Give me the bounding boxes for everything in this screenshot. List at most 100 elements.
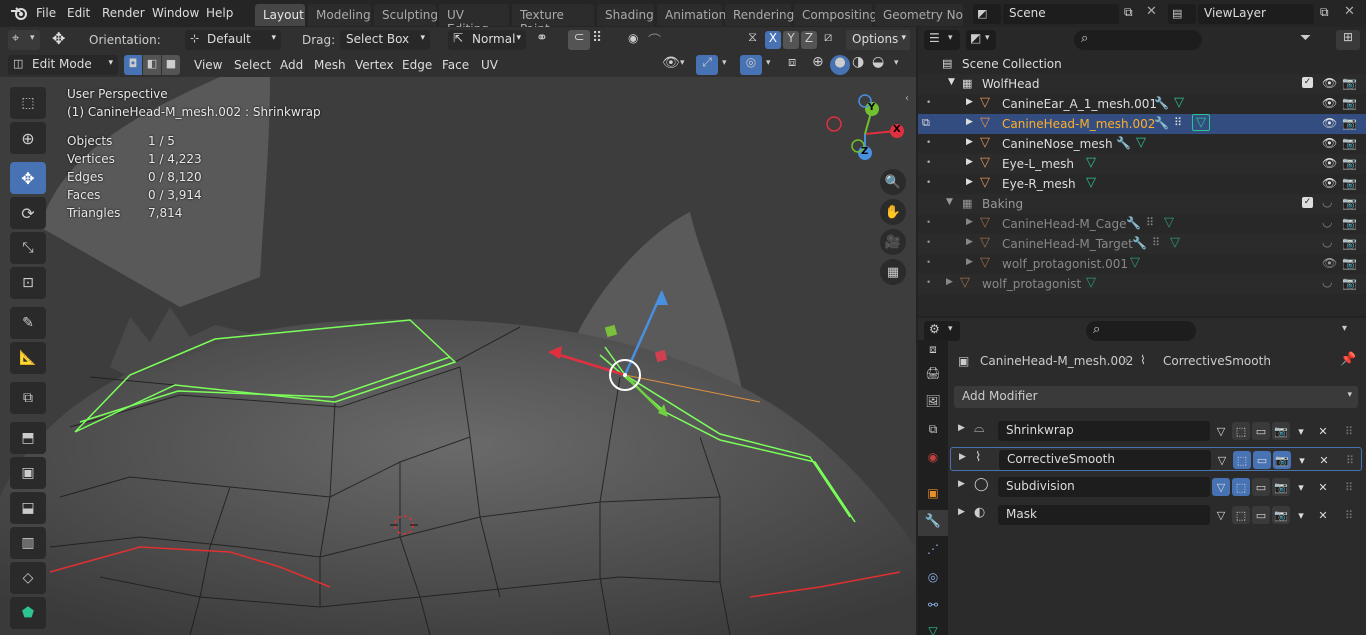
pan-hand-icon[interactable]: ✋ [880,199,906,225]
expand-arrow-icon[interactable]: ▶ [958,507,965,517]
physics-tab-icon[interactable]: ◎ [922,570,944,588]
render-camera-icon[interactable]: 📷 [1342,176,1357,190]
sidebar-toggle-icon[interactable]: ‹ [905,93,909,104]
modifier-name-field[interactable]: Shrinkwrap [998,421,1210,441]
rendered-shading-icon[interactable]: ◒ [872,54,884,70]
perspective-toggle-icon[interactable]: ▦ [880,259,906,285]
render-camera-icon[interactable]: 📷 [1342,196,1357,210]
view-layer-tab-icon[interactable]: ⧉ [922,422,944,440]
mirror-y-toggle[interactable]: Y [783,31,799,49]
menu-vertex[interactable]: Vertex [355,58,394,72]
pin-icon[interactable]: 📌 [1340,352,1356,367]
mesh-data-icon[interactable]: ▽ [1164,215,1174,230]
outliner-scene-collection[interactable]: ▤ Scene Collection [918,54,1366,74]
mesh-data-icon[interactable]: ▽ [1136,135,1146,150]
object-tab-icon[interactable]: ▣ [922,486,944,504]
camera-view-icon[interactable]: 🎥 [880,229,906,255]
snap-grid-icon[interactable]: ⠿ [592,30,602,46]
measure-tool-icon[interactable]: 📐 [10,342,46,374]
properties-editor-type[interactable]: ⚙ ▾ [924,321,960,341]
orientation-dropdown[interactable]: ⊹ Default ▾ [185,30,281,50]
gizmo-toggle-icon[interactable]: ⤢ [696,55,718,75]
constraints-tab-icon[interactable]: ⚯ [922,598,944,616]
scene-name-field[interactable]: Scene [1003,4,1119,24]
tab-texture-paint[interactable]: Texture Paint [512,4,594,36]
tab-shading[interactable]: Shading [597,4,654,26]
modifier-name-field[interactable]: Subdivision [998,477,1210,497]
menu-render[interactable]: Render [102,6,145,20]
menu-select[interactable]: Select [234,58,271,72]
chevron-down-icon[interactable]: ▾ [1293,451,1311,469]
mirror-z-toggle[interactable]: Z [801,31,817,49]
tab-layout[interactable]: Layout [255,4,305,26]
eye-icon[interactable]: 👁 [1322,176,1337,190]
add-modifier-dropdown[interactable]: Add Modifier ▾ [954,386,1358,408]
viewport-display-icon[interactable]: ▭ [1253,451,1271,469]
loop-cut-tool-icon[interactable]: ▥ [10,527,46,559]
chevron-down-icon[interactable]: ▾ [1292,478,1310,496]
new-viewlayer-icon[interactable]: ⧉ [1320,5,1329,20]
close-viewlayer-icon[interactable]: ✕ [1344,4,1355,19]
exclude-checkbox[interactable]: ✓ [1302,197,1313,208]
poly-build-tool-icon[interactable]: ⬟ [10,597,46,629]
outliner-row-wolfhead[interactable]: ▼ ▦ WolfHead ✓ 👁 📷 [918,74,1366,94]
wrench-icon[interactable]: 🔧 [1132,236,1147,250]
annotate-tool-icon[interactable]: ✎ [10,307,46,339]
tab-geometry-nodes[interactable]: Geometry Nod [875,4,963,26]
properties-search-input[interactable]: ⌕ [1086,321,1196,341]
expand-arrow-icon[interactable]: ▶ [966,237,973,247]
scene-selector-button[interactable]: ◩ [973,4,1001,24]
expand-arrow-icon[interactable]: ▶ [966,157,973,167]
remove-modifier-icon[interactable]: ✕ [1314,478,1332,496]
eye-icon[interactable]: 👁 [1322,96,1337,110]
remove-modifier-icon[interactable]: ✕ [1314,422,1332,440]
outliner-row-cage[interactable]: • ▶ ▽ CanineHead-M_Cage 🔧 ⠿ ▽ ◡ 📷 [918,214,1366,234]
outliner-row-canineear[interactable]: • ▶ ▽ CanineEar_A_1_mesh.001 🔧 ▽ 👁 📷 [918,94,1366,114]
eye-icon[interactable]: 👁 [1322,76,1337,90]
tab-uv-editing[interactable]: UV Editing [439,4,509,36]
mesh-data-icon[interactable]: ▽ [1174,95,1184,110]
display-mode-dropdown[interactable]: ◩ ▾ [966,30,996,50]
render-camera-icon[interactable]: 📷 [1342,236,1357,250]
vertex-group-icon[interactable]: ▽ [1212,422,1230,440]
3d-viewport[interactable]: ⬚ ⊕ ✥ ⟳ ⤡ ⊡ ✎ 📐 ⧉ ⬒ ▣ ⬓ ▥ ◇ ⬟ User Persp… [0,77,916,635]
eye-icon[interactable]: 👁 [1322,136,1337,150]
expand-arrow-icon[interactable]: ▼ [946,197,953,207]
tool-tab-icon[interactable]: ⧈ [922,342,944,360]
viewlayer-name-field[interactable]: ViewLayer [1198,4,1314,24]
drag-handle-icon[interactable]: ⠿ [1340,506,1358,524]
chevron-down-icon[interactable]: ▾ [1292,506,1310,524]
eye-icon[interactable]: 👁 [1322,256,1337,270]
new-scene-icon[interactable]: ⧉ [1124,5,1133,20]
outliner-row-eye-r[interactable]: • ▶ ▽ Eye-R_mesh ▽ 👁 📷 [918,174,1366,194]
expand-arrow-icon[interactable]: ▶ [946,277,953,287]
outliner-row-wolf-protagonist[interactable]: • ▶ ▽ wolf_protagonist ▽ ◡ 📷 [918,274,1366,294]
new-collection-icon[interactable]: ⊞ [1336,30,1360,50]
edit-mode-toggle-icon[interactable]: ⬚ [1232,478,1250,496]
outliner-row-caninehead[interactable]: ⧉ ▶ ▽ CanineHead-M_mesh.002 🔧 ⠿ ▽ 👁 📷 [918,114,1366,134]
modifiers-tab-icon[interactable]: 🔧 [918,510,948,536]
edit-mode-toggle-icon[interactable]: ⬚ [1232,506,1250,524]
particles-tab-icon[interactable]: ⋰ [922,542,944,560]
snap-toggle-icon[interactable]: ⊂ [568,30,590,50]
menu-face[interactable]: Face [442,58,469,72]
menu-uv[interactable]: UV [481,58,498,72]
render-icon[interactable]: 📷 [1273,451,1291,469]
chevron-down-icon[interactable]: ▾ [1342,323,1347,334]
render-camera-icon[interactable]: 📷 [1342,156,1357,170]
expand-arrow-icon[interactable]: ▶ [966,97,973,107]
tab-modeling[interactable]: Modeling [308,4,371,26]
eye-icon[interactable]: 👁 [1322,156,1337,170]
options-dropdown[interactable]: Options ▾ [846,30,910,50]
add-cube-tool-icon[interactable]: ⧉ [10,382,46,414]
render-icon[interactable]: 📷 [1272,478,1290,496]
wrench-icon[interactable]: 🔧 [1154,116,1169,130]
mirror-butterfly-icon[interactable]: ⧖ [748,30,757,45]
drag-dropdown[interactable]: Select Box ▾ [340,30,430,50]
expand-arrow-icon[interactable]: ▶ [966,137,973,147]
outliner-row-wolf-protagonist-001[interactable]: • ▶ ▽ wolf_protagonist.001 ▽ 👁 📷 [918,254,1366,274]
render-camera-icon[interactable]: 📷 [1342,96,1357,110]
mesh-data-icon[interactable]: ▽ [1130,255,1140,270]
expand-arrow-icon[interactable]: ▶ [959,452,966,462]
outliner-row-target[interactable]: • ▶ ▽ CanineHead-M_Target 🔧 ⠿ ▽ ◡ 📷 [918,234,1366,254]
